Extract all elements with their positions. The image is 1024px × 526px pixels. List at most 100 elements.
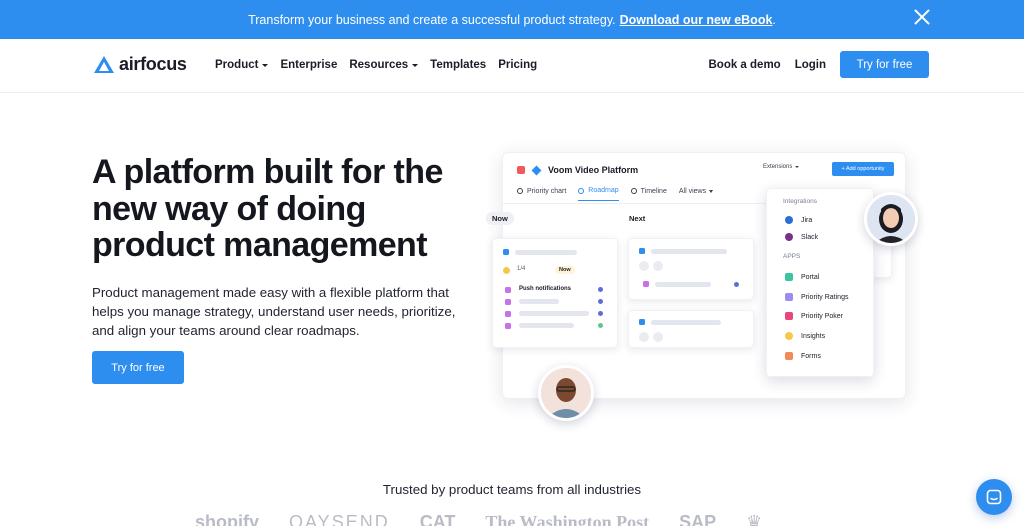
app-label: Insights	[801, 332, 826, 340]
avatar-placeholder	[653, 332, 663, 342]
item-type-icon	[639, 319, 645, 325]
extensions-label: Extensions	[763, 164, 793, 170]
app-label: Portal	[801, 273, 820, 281]
assignee-icon	[734, 282, 739, 287]
priority-poker-icon	[785, 312, 793, 320]
cat-logo: CAT	[419, 512, 456, 526]
washington-post-logo: The Washington Post	[485, 512, 650, 526]
app-insights: Insights	[785, 332, 825, 340]
now-badge: Now	[555, 266, 575, 274]
tab-label: Timeline	[640, 187, 667, 195]
trusted-heading: Trusted by product teams from all indust…	[382, 482, 642, 497]
item-type-icon	[503, 249, 509, 255]
avatar-placeholder	[653, 261, 663, 271]
nav-actions: Book a demo Login Try for free	[708, 51, 929, 78]
hero-title: A platform built for the new way of doin…	[92, 154, 472, 264]
placeholder-bar	[515, 250, 577, 255]
subitem-icon	[643, 281, 649, 287]
assignee-icon	[598, 323, 603, 328]
menu-resources[interactable]: Resources	[349, 59, 419, 71]
mockup-extensions: Extensions	[763, 164, 800, 170]
push-notifications-item: Push notifications	[519, 286, 572, 292]
roadmap-icon	[578, 187, 585, 194]
column-next-label: Next	[629, 214, 646, 223]
slack-icon	[785, 233, 793, 241]
avatar-placeholder	[639, 332, 649, 342]
chevron-down-icon	[795, 166, 800, 168]
menu-templates-label: Templates	[430, 59, 487, 71]
menu-pricing[interactable]: Pricing	[498, 59, 537, 71]
menu-templates[interactable]: Templates	[430, 59, 486, 71]
airfocus-logo-icon	[94, 55, 114, 73]
placeholder-bar	[519, 323, 574, 328]
status-icon	[503, 267, 510, 274]
hero-title-line: new way of doing	[92, 189, 366, 228]
workspace-icon	[531, 165, 542, 175]
workspace-name: Voom Video Platform	[548, 165, 639, 175]
person-illustration	[541, 368, 591, 418]
hero-subtitle-line: Product management made easy with a flex…	[92, 285, 449, 300]
hero-title-line: A platform built for the	[92, 153, 443, 191]
chevron-down-icon	[709, 189, 714, 193]
main-menu: Product Enterprise Resources Templates P…	[215, 59, 537, 71]
hero-subtitle-line: helps you manage strategy, understand us…	[92, 304, 456, 319]
banner-text: Transform your business and create a suc…	[248, 12, 616, 27]
tab-roadmap: Roadmap	[578, 187, 619, 201]
chevron-down-icon	[262, 63, 269, 67]
person-illustration	[867, 195, 915, 243]
menu-enterprise[interactable]: Enterprise	[280, 59, 337, 71]
portal-icon	[785, 273, 793, 281]
column-now-label: Now	[486, 212, 514, 225]
top-nav: airfocus Product Enterprise Resources Te…	[0, 39, 1024, 93]
menu-product-label: Product	[215, 59, 259, 71]
app-forms: Forms	[785, 352, 821, 360]
close-icon[interactable]	[914, 9, 930, 25]
menu-product[interactable]: Product	[215, 59, 269, 71]
book-demo-link[interactable]: Book a demo	[708, 59, 780, 71]
crown-icon: ♛	[746, 512, 763, 526]
app-portal: Portal	[785, 273, 819, 281]
banner-ebook-link[interactable]: Download our new eBook	[620, 13, 773, 27]
try-free-nav-button[interactable]: Try for free	[840, 51, 929, 78]
mockup-view-tabs: Priority chart Roadmap Timeline All view…	[517, 187, 714, 201]
chat-widget-button[interactable]	[976, 479, 1012, 515]
placeholder-bar	[519, 299, 559, 304]
integration-label: Slack	[801, 233, 819, 241]
mockup-divider	[503, 203, 783, 204]
menu-enterprise-label: Enterprise	[280, 59, 338, 71]
forms-icon	[785, 352, 793, 360]
apps-heading: APPS	[783, 253, 801, 260]
timeline-icon	[630, 188, 637, 194]
login-link[interactable]: Login	[795, 59, 826, 71]
sap-logo: SAP	[679, 512, 717, 526]
tab-label: All views	[678, 187, 707, 195]
hero-subtitle-line: and align your teams around clear roadma…	[92, 323, 360, 338]
tab-priority-chart: Priority chart	[517, 187, 566, 201]
logo[interactable]: airfocus	[93, 54, 187, 75]
menu-resources-label: Resources	[349, 59, 409, 71]
app-label: Forms	[801, 352, 821, 360]
try-free-hero-button[interactable]: Try for free	[92, 351, 184, 384]
avatar-placeholder	[639, 261, 649, 271]
placeholder-bar	[651, 249, 727, 254]
subitem-icon	[505, 311, 511, 317]
app-label: Priority Ratings	[801, 293, 849, 301]
chart-icon	[517, 188, 523, 194]
user-avatar-man	[538, 365, 594, 421]
extensions-dropdown: Integrations Jira Slack APPS Portal Prio…	[766, 188, 874, 377]
logo-text: airfocus	[119, 54, 187, 74]
integration-label: Jira	[801, 216, 813, 224]
tab-timeline: Timeline	[630, 187, 667, 201]
subitem-icon	[505, 287, 511, 293]
placeholder-bar	[651, 320, 721, 325]
roadmap-card-now: 1/4 Now Push notifications	[492, 238, 618, 348]
promo-banner: Transform your business and create a suc…	[0, 0, 1024, 39]
tab-label: Priority chart	[527, 187, 567, 195]
subitem-icon	[505, 323, 511, 329]
integration-jira: Jira	[785, 216, 812, 224]
roadmap-card-next	[628, 238, 754, 300]
chat-icon	[986, 489, 1002, 505]
assignee-icon	[598, 287, 603, 292]
app-priority-ratings: Priority Ratings	[785, 293, 848, 301]
mockup-workspace-title: Voom Video Platform	[517, 165, 638, 175]
